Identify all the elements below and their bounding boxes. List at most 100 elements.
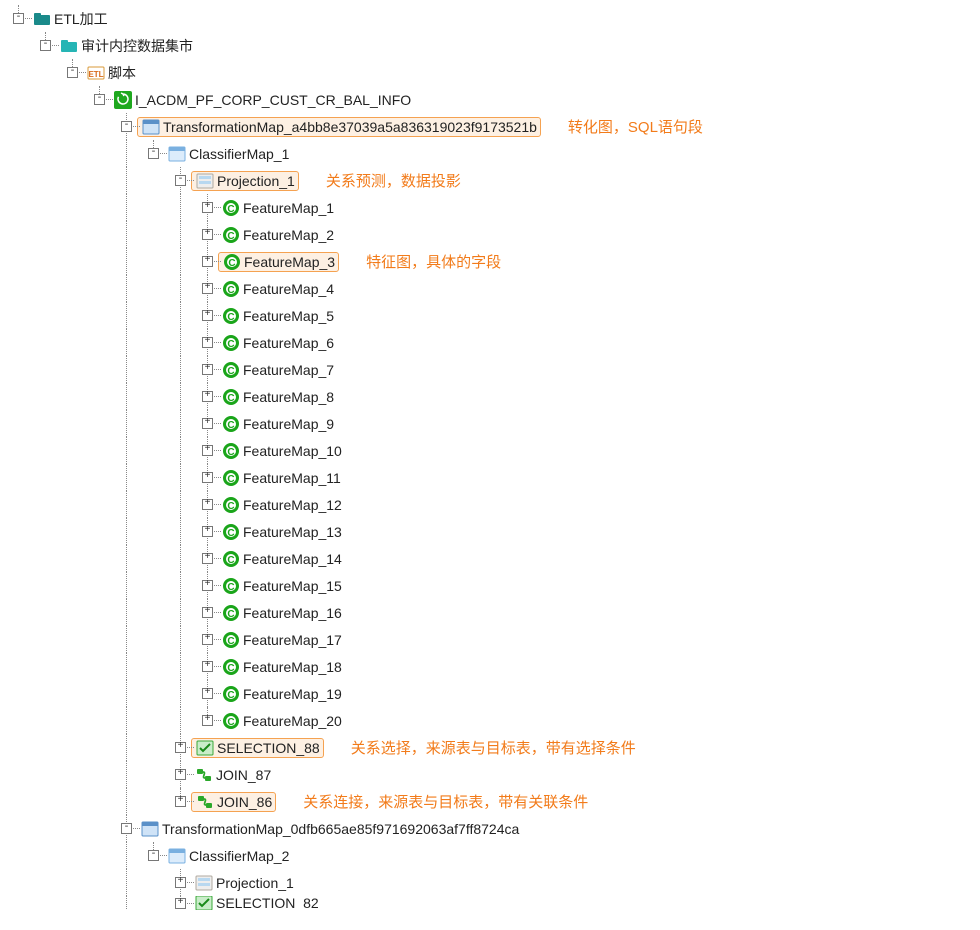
tree-node-feature-map-6[interactable]: FeatureMap_6 — [5, 329, 980, 356]
toggle-icon[interactable] — [175, 769, 186, 780]
tree-node-join-87[interactable]: JOIN_87 — [5, 761, 980, 788]
folder-icon — [59, 37, 79, 55]
tree-node-classifier-map-2[interactable]: ClassifierMap_2 — [5, 842, 980, 869]
toggle-icon[interactable] — [202, 526, 213, 537]
tree-node-feature-map-4[interactable]: FeatureMap_4 — [5, 275, 980, 302]
folder-icon — [32, 10, 52, 28]
node-label: JOIN_87 — [216, 767, 271, 783]
toggle-icon[interactable] — [202, 229, 213, 240]
toggle-icon[interactable] — [202, 715, 213, 726]
tree-node-feature-map-5[interactable]: FeatureMap_5 — [5, 302, 980, 329]
node-label: TransformationMap_0dfb665ae85f971692063a… — [162, 821, 519, 837]
toggle-icon[interactable] — [175, 877, 186, 888]
tree-node-script[interactable]: 脚本 — [5, 59, 980, 86]
toggle-icon[interactable] — [175, 742, 186, 753]
annotation-text: 特征图，具体的字段 — [366, 251, 501, 272]
tree-node-feature-map-13[interactable]: FeatureMap_13 — [5, 518, 980, 545]
feature-icon — [221, 199, 241, 217]
tree-node-join-86[interactable]: JOIN_86 关系连接，来源表与目标表，带有关联条件 — [5, 788, 980, 815]
node-label: ClassifierMap_1 — [189, 146, 289, 162]
tree-node-feature-map-9[interactable]: FeatureMap_9 — [5, 410, 980, 437]
tree-node-transformation-map-2[interactable]: TransformationMap_0dfb665ae85f971692063a… — [5, 815, 980, 842]
tree-node-datamart[interactable]: 审计内控数据集市 — [5, 32, 980, 59]
toggle-icon[interactable] — [202, 256, 213, 267]
toggle-icon[interactable] — [202, 418, 213, 429]
tree-view: ETL加工 审计内控数据集市 脚本 I_ACDM_PF_CORP_CUST_CR… — [5, 5, 980, 910]
toggle-icon[interactable] — [175, 796, 186, 807]
tree-node-selection-88[interactable]: SELECTION_88 关系选择，来源表与目标表，带有选择条件 — [5, 734, 980, 761]
feature-icon — [221, 469, 241, 487]
toggle-icon[interactable] — [148, 850, 159, 861]
toggle-icon[interactable] — [202, 337, 213, 348]
feature-icon — [221, 496, 241, 514]
toggle-icon[interactable] — [202, 202, 213, 213]
tree-node-feature-map-2[interactable]: FeatureMap_2 — [5, 221, 980, 248]
tree-node-etl[interactable]: ETL加工 — [5, 5, 980, 32]
tree-node-feature-map-7[interactable]: FeatureMap_7 — [5, 356, 980, 383]
toggle-icon[interactable] — [202, 553, 213, 564]
tree-node-projection-1b[interactable]: Projection_1 — [5, 869, 980, 896]
node-label: FeatureMap_8 — [243, 389, 334, 405]
node-label: 脚本 — [108, 63, 136, 83]
toggle-icon[interactable] — [175, 175, 186, 186]
toggle-icon[interactable] — [67, 67, 78, 78]
tree-node-feature-map-12[interactable]: FeatureMap_12 — [5, 491, 980, 518]
tree-node-projection-1[interactable]: Projection_1 关系预测，数据投影 — [5, 167, 980, 194]
tree-node-transformation-map-1[interactable]: TransformationMap_a4bb8e37039a5a83631902… — [5, 113, 980, 140]
tree-node-feature-map-11[interactable]: FeatureMap_11 — [5, 464, 980, 491]
annotation-text: 关系预测，数据投影 — [326, 170, 461, 191]
tree-node-feature-map-17[interactable]: FeatureMap_17 — [5, 626, 980, 653]
toggle-icon[interactable] — [202, 310, 213, 321]
node-label: FeatureMap_3 — [244, 254, 335, 270]
feature-icon — [221, 415, 241, 433]
toggle-icon[interactable] — [175, 898, 186, 909]
feature-icon — [221, 442, 241, 460]
tree-node-feature-map-3[interactable]: FeatureMap_3 特征图，具体的字段 — [5, 248, 980, 275]
annotation-text: 关系选择，来源表与目标表，带有选择条件 — [351, 737, 636, 758]
selection-icon — [195, 739, 215, 757]
tree-node-feature-map-16[interactable]: FeatureMap_16 — [5, 599, 980, 626]
node-label: FeatureMap_2 — [243, 227, 334, 243]
toggle-icon[interactable] — [202, 391, 213, 402]
node-label: JOIN_86 — [217, 794, 272, 810]
toggle-icon[interactable] — [202, 364, 213, 375]
node-label: TransformationMap_a4bb8e37039a5a83631902… — [163, 119, 537, 135]
tree-node-acdm[interactable]: I_ACDM_PF_CORP_CUST_CR_BAL_INFO — [5, 86, 980, 113]
tree-node-feature-map-1[interactable]: FeatureMap_1 — [5, 194, 980, 221]
toggle-icon[interactable] — [202, 283, 213, 294]
toggle-icon[interactable] — [94, 94, 105, 105]
tree-node-feature-map-15[interactable]: FeatureMap_15 — [5, 572, 980, 599]
toggle-icon[interactable] — [121, 823, 132, 834]
node-label: FeatureMap_7 — [243, 362, 334, 378]
toggle-icon[interactable] — [202, 580, 213, 591]
tree-node-classifier-map-1[interactable]: ClassifierMap_1 — [5, 140, 980, 167]
toggle-icon[interactable] — [202, 661, 213, 672]
node-label: FeatureMap_6 — [243, 335, 334, 351]
annotation-text: 关系连接，来源表与目标表，带有关联条件 — [303, 791, 588, 812]
selection-icon — [194, 896, 214, 910]
node-label: ClassifierMap_2 — [189, 848, 289, 864]
toggle-icon[interactable] — [202, 688, 213, 699]
tree-node-selection-82[interactable]: SELECTION_82 — [5, 896, 980, 910]
toggle-icon[interactable] — [13, 13, 24, 24]
tree-node-feature-map-8[interactable]: FeatureMap_8 — [5, 383, 980, 410]
toggle-icon[interactable] — [40, 40, 51, 51]
tree-node-feature-map-14[interactable]: FeatureMap_14 — [5, 545, 980, 572]
feature-icon — [221, 334, 241, 352]
join-icon — [194, 766, 214, 784]
toggle-icon[interactable] — [148, 148, 159, 159]
feature-icon — [221, 685, 241, 703]
toggle-icon[interactable] — [202, 472, 213, 483]
tree-node-feature-map-20[interactable]: FeatureMap_20 — [5, 707, 980, 734]
toggle-icon[interactable] — [121, 121, 132, 132]
toggle-icon[interactable] — [202, 445, 213, 456]
node-label: Projection_1 — [216, 875, 294, 891]
tree-node-feature-map-19[interactable]: FeatureMap_19 — [5, 680, 980, 707]
toggle-icon[interactable] — [202, 607, 213, 618]
toggle-icon[interactable] — [202, 499, 213, 510]
toggle-icon[interactable] — [202, 634, 213, 645]
join-icon — [195, 793, 215, 811]
tree-node-feature-map-18[interactable]: FeatureMap_18 — [5, 653, 980, 680]
tree-node-feature-map-10[interactable]: FeatureMap_10 — [5, 437, 980, 464]
feature-icon — [221, 388, 241, 406]
